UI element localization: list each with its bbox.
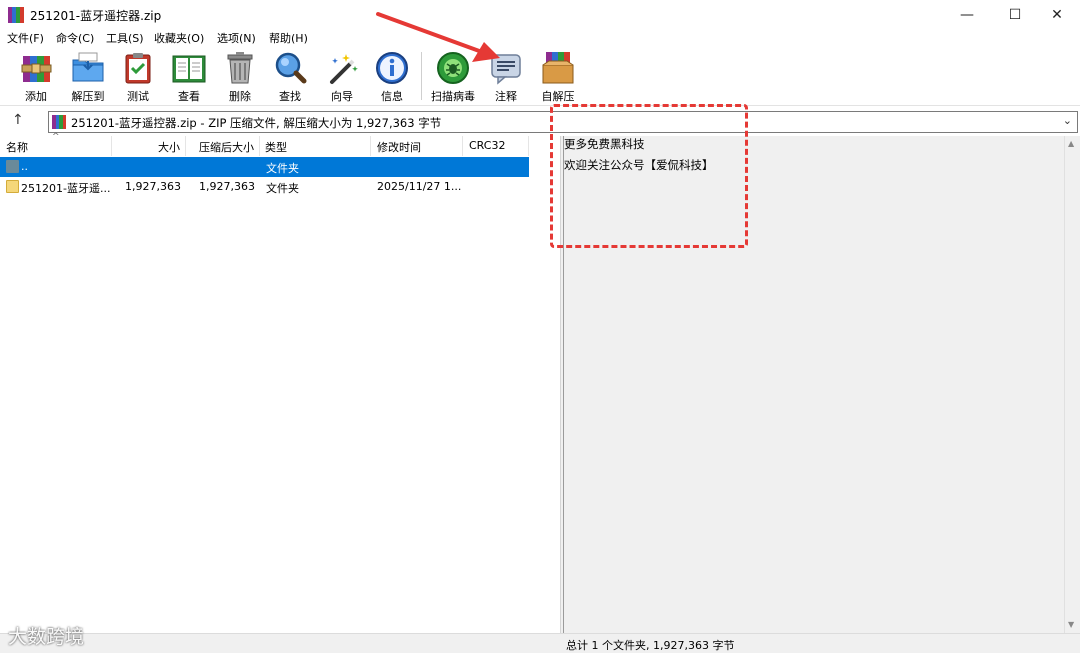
row-name: 251201-蓝牙遥... xyxy=(21,182,111,195)
scroll-down-icon[interactable]: ▼ xyxy=(1068,620,1074,629)
archive-icon xyxy=(52,115,66,129)
info-icon xyxy=(374,50,410,86)
sort-caret-icon: ^ xyxy=(52,132,60,142)
add-label: 添加 xyxy=(25,90,47,103)
comment-icon xyxy=(488,50,524,86)
close-button[interactable]: ✕ xyxy=(1034,0,1080,30)
row-modified: 2025/11/27 1... xyxy=(377,180,462,193)
status-summary: 总计 1 个文件夹, 1,927,363 字节 xyxy=(566,639,735,652)
maximize-button[interactable]: ☐ xyxy=(992,0,1038,30)
menu-file[interactable]: 文件(F) xyxy=(7,30,44,46)
table-row[interactable]: 251201-蓝牙遥... 1,927,363 1,927,363 文件夹 20… xyxy=(0,177,529,197)
column-header-type[interactable]: 类型 xyxy=(260,136,371,156)
find-label: 查找 xyxy=(279,90,301,103)
column-header-size[interactable]: 大小 xyxy=(112,136,186,156)
chevron-down-icon[interactable]: ⌄ xyxy=(1063,114,1072,127)
wizard-button[interactable]: 向导 xyxy=(324,50,360,104)
column-header-packed[interactable]: 压缩后大小 xyxy=(186,136,260,156)
sfx-label: 自解压 xyxy=(541,90,575,103)
archive-path-text: 251201-蓝牙遥控器.zip - ZIP 压缩文件, 解压缩大小为 1,92… xyxy=(71,116,442,130)
test-button[interactable]: 测试 xyxy=(120,50,156,104)
trash-icon xyxy=(222,50,258,86)
test-clipboard-icon xyxy=(120,50,156,86)
add-archive-icon xyxy=(18,50,54,86)
menu-tools[interactable]: 工具(S) xyxy=(106,30,144,46)
magnifier-icon xyxy=(272,50,308,86)
info-button[interactable]: 信息 xyxy=(374,50,410,104)
toolbar-separator xyxy=(421,52,422,100)
info-label: 信息 xyxy=(381,90,403,103)
virus-scan-label: 扫描病毒 xyxy=(431,90,475,103)
extract-folder-icon xyxy=(70,50,106,86)
window-title: 251201-蓝牙遥控器.zip xyxy=(30,9,162,23)
folder-icon xyxy=(6,180,19,193)
wizard-label: 向导 xyxy=(331,90,353,103)
delete-button[interactable]: 删除 xyxy=(222,50,258,104)
column-name-label: 名称 xyxy=(6,141,28,154)
comment-label: 注释 xyxy=(495,90,517,103)
view-button[interactable]: 查看 xyxy=(167,50,211,104)
minimize-button[interactable]: — xyxy=(944,0,990,30)
scroll-up-icon[interactable]: ▲ xyxy=(1068,139,1074,148)
file-list: 名称 ^ 大小 压缩后大小 类型 修改时间 CRC32 .. 文件夹 25120… xyxy=(0,132,560,633)
extract-to-button[interactable]: 解压到 xyxy=(66,50,110,104)
up-arrow-icon[interactable]: ↑ xyxy=(12,112,24,128)
comment-scrollbar[interactable]: ▲ ▼ xyxy=(1064,136,1080,633)
path-bar: ↑ 251201-蓝牙遥控器.zip - ZIP 压缩文件, 解压缩大小为 1,… xyxy=(0,110,1080,134)
delete-label: 删除 xyxy=(229,90,251,103)
virus-scan-button[interactable]: 扫描病毒 xyxy=(428,50,478,104)
table-row[interactable]: .. 文件夹 xyxy=(0,157,529,177)
row-type: 文件夹 xyxy=(266,162,299,175)
view-book-icon xyxy=(171,50,207,86)
menu-options[interactable]: 选项(N) xyxy=(217,30,256,46)
virus-scan-icon xyxy=(435,50,471,86)
menu-bar: 文件(F) 命令(C) 工具(S) 收藏夹(O) 选项(N) 帮助(H) xyxy=(0,30,1080,46)
parent-folder-icon xyxy=(6,160,19,173)
menu-help[interactable]: 帮助(H) xyxy=(269,30,308,46)
row-type: 文件夹 xyxy=(266,182,299,195)
column-header-modified[interactable]: 修改时间 xyxy=(371,136,463,156)
sfx-box-icon xyxy=(540,50,576,86)
comment-button[interactable]: 注释 xyxy=(488,50,524,104)
watermark-text: 大数跨境 xyxy=(8,626,85,648)
wizard-wand-icon xyxy=(324,50,360,86)
column-header-name[interactable]: 名称 ^ xyxy=(0,132,112,156)
extract-to-label: 解压到 xyxy=(71,90,105,103)
winrar-app-icon xyxy=(8,7,24,23)
add-button[interactable]: 添加 xyxy=(16,50,56,104)
menu-favorites[interactable]: 收藏夹(O) xyxy=(154,30,204,46)
row-name: .. xyxy=(21,160,28,173)
status-bar: 总计 1 个文件夹, 1,927,363 字节 xyxy=(0,633,1080,653)
row-packed: 1,927,363 xyxy=(199,180,255,193)
toolbar: 添加 解压到 测试 查看 删除 查找 向导 信息 扫描病毒 注释 自解压 xyxy=(0,48,1080,106)
find-button[interactable]: 查找 xyxy=(272,50,308,104)
view-label: 查看 xyxy=(178,90,200,103)
column-header-crc32[interactable]: CRC32 xyxy=(463,136,529,156)
title-bar: 251201-蓝牙遥控器.zip — ☐ ✕ xyxy=(0,0,1080,30)
row-size: 1,927,363 xyxy=(125,180,181,193)
sfx-button[interactable]: 自解压 xyxy=(536,50,580,104)
menu-command[interactable]: 命令(C) xyxy=(56,30,94,46)
annotation-dashed-box xyxy=(550,104,748,248)
test-label: 测试 xyxy=(127,90,149,103)
